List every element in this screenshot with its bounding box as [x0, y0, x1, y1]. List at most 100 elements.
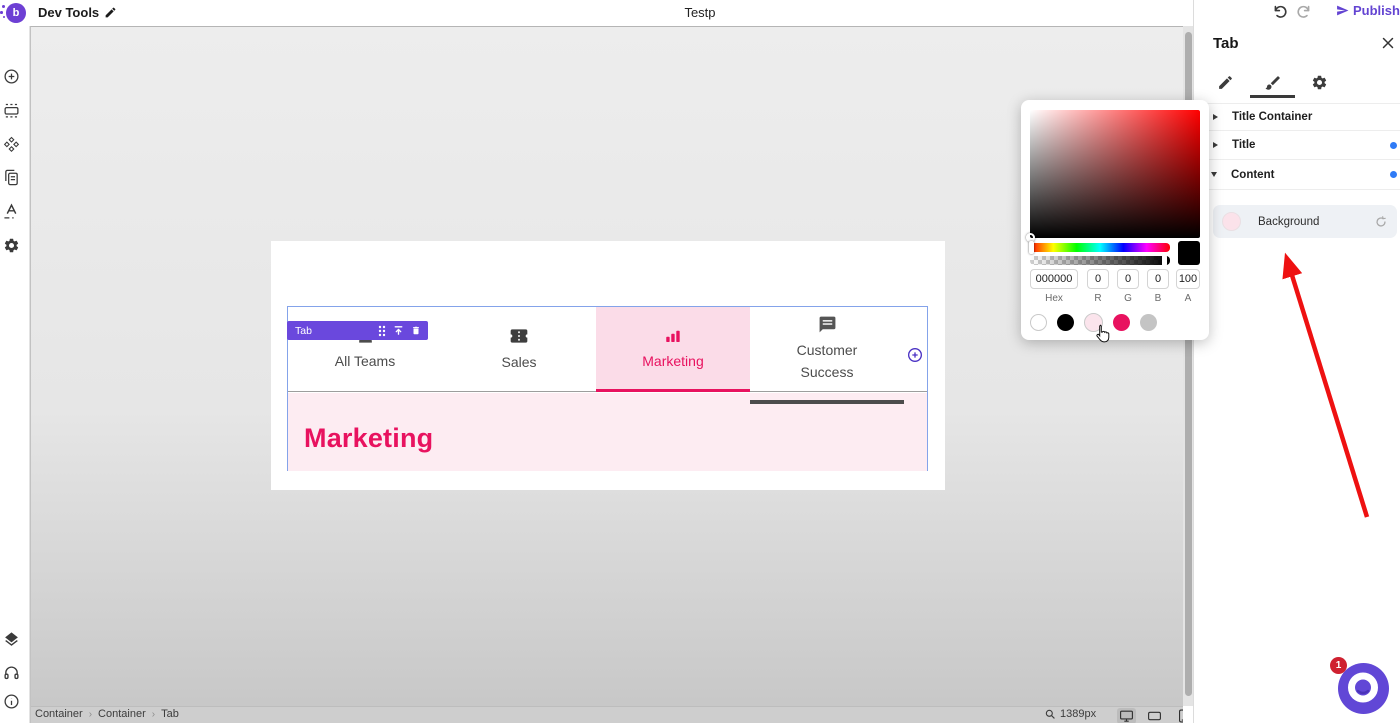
tab-marketing[interactable]: Marketing [596, 307, 750, 392]
alpha-input[interactable] [1176, 269, 1200, 289]
delete-icon[interactable] [411, 325, 421, 336]
design-canvas[interactable]: All Teams Sales Marketing Customer Succe… [30, 26, 1183, 723]
preset-swatch-pink[interactable] [1113, 314, 1130, 331]
magnifier-icon [1045, 709, 1055, 719]
left-toolbar [0, 26, 30, 723]
canvas-status-bar: Container › Container › Tab 1389px [31, 706, 1183, 723]
undo-icon[interactable] [1272, 4, 1288, 20]
tab-indicator-default [750, 400, 904, 404]
tab-customer-success[interactable]: Customer Success [750, 307, 904, 392]
settings-icon[interactable] [3, 237, 20, 254]
reset-icon[interactable] [1375, 215, 1387, 228]
tab-actions-gear-icon[interactable] [1311, 74, 1329, 92]
document-title: Testp [684, 5, 716, 20]
tab-content-panel[interactable]: Marketing [288, 393, 927, 471]
section-title-container[interactable]: Title Container [1194, 104, 1400, 131]
screens-icon[interactable] [3, 102, 20, 119]
tab-settings-pencil-icon[interactable] [1217, 74, 1235, 92]
inspector-panel: Tab Title Container Title Content Backgr… [1193, 0, 1400, 723]
preset-swatch-black[interactable] [1057, 314, 1074, 331]
collapse-icon[interactable] [393, 325, 404, 336]
mobile-preview-icon[interactable] [1173, 708, 1183, 723]
publish-label: Publish [1353, 3, 1400, 18]
blue-input[interactable] [1147, 269, 1169, 289]
selection-badge-label: Tab [295, 324, 312, 337]
selection-badge[interactable]: Tab [287, 321, 428, 340]
bar-chart-icon [666, 330, 680, 342]
canvas-width-label: 1389px [1060, 708, 1097, 720]
add-component-icon[interactable] [3, 68, 20, 85]
tab-styles-brush-icon[interactable] [1264, 74, 1282, 92]
preset-swatch-white[interactable] [1030, 314, 1047, 331]
active-panel-tab-indicator [1250, 95, 1295, 98]
add-tab-icon[interactable] [907, 347, 923, 363]
device-preview-switcher [1117, 707, 1183, 723]
tablet-preview-icon[interactable] [1145, 708, 1164, 723]
tab-label: Marketing [642, 352, 704, 369]
blue-input-label: B [1154, 293, 1162, 304]
section-title[interactable]: Title [1194, 131, 1400, 160]
top-bar: b Dev Tools Testp [0, 0, 1193, 26]
pages-icon[interactable] [3, 169, 20, 186]
color-picker-popup: Hex R G B A [1021, 100, 1209, 343]
zoom-indicator: 1389px [1045, 708, 1096, 720]
modified-dot [1390, 171, 1397, 178]
red-input-label: R [1094, 293, 1102, 304]
chat-icon [819, 316, 835, 333]
mouse-cursor-hand-icon [1093, 323, 1113, 345]
drag-handle-icon[interactable] [378, 325, 386, 337]
alpha-slider[interactable] [1030, 256, 1170, 265]
content-heading: Marketing [304, 423, 434, 453]
tab-label: All Teams [334, 353, 396, 370]
section-label: Title [1232, 139, 1256, 151]
components-icon[interactable] [3, 136, 20, 153]
alpha-handle[interactable] [1162, 256, 1167, 265]
edit-name-pencil-icon[interactable] [104, 6, 117, 19]
saturation-area[interactable] [1026, 110, 1200, 242]
redo-icon[interactable] [1296, 4, 1312, 20]
chevron-down-icon [1211, 172, 1217, 177]
hex-input-label: Hex [1045, 293, 1063, 304]
breadcrumb-item[interactable]: Tab [161, 708, 179, 720]
rocket-icon [1337, 5, 1349, 16]
chevron-right-icon [1213, 114, 1218, 120]
breadcrumb-separator: › [88, 708, 93, 720]
breadcrumb-item[interactable]: Container [35, 708, 83, 720]
alpha-input-label: A [1184, 293, 1192, 304]
help-chat-button[interactable]: 1 [1330, 657, 1389, 714]
active-tab-indicator [596, 389, 750, 392]
breadcrumb-item[interactable]: Container [98, 708, 146, 720]
support-headset-icon[interactable] [3, 665, 20, 682]
ticket-icon [510, 328, 528, 343]
section-label: Title Container [1232, 111, 1313, 123]
red-input[interactable] [1087, 269, 1109, 289]
notification-badge: 1 [1330, 657, 1347, 674]
background-color-swatch[interactable] [1222, 212, 1241, 231]
typography-icon[interactable] [3, 203, 20, 220]
tab-component-selected[interactable]: All Teams Sales Marketing Customer Succe… [287, 306, 928, 471]
publish-button[interactable]: Publish [1336, 3, 1400, 18]
green-input[interactable] [1117, 269, 1139, 289]
hue-handle[interactable] [1029, 241, 1034, 254]
chat-logo-icon [1348, 672, 1378, 703]
info-icon[interactable] [3, 693, 20, 710]
tab-all-teams[interactable]: All Teams [288, 307, 442, 392]
breadcrumb: Container › Container › Tab [35, 708, 179, 720]
preset-swatch-gray[interactable] [1140, 314, 1157, 331]
tab-sales[interactable]: Sales [442, 307, 596, 392]
desktop-preview-icon[interactable] [1117, 707, 1136, 723]
background-color-setting[interactable]: Background [1213, 205, 1397, 238]
section-label: Content [1231, 168, 1275, 181]
hue-slider[interactable] [1029, 241, 1170, 254]
section-content[interactable]: Content [1194, 160, 1400, 190]
layers-icon[interactable] [3, 631, 20, 648]
app-name: Dev Tools [38, 5, 100, 20]
tab-label: Sales [501, 353, 537, 370]
app-logo-icon[interactable]: b [0, 3, 26, 23]
tab-label: Customer Success [796, 342, 858, 380]
background-label: Background [1258, 215, 1320, 228]
close-icon[interactable] [1382, 37, 1394, 49]
hex-input[interactable] [1030, 269, 1078, 289]
alpha-gradient [1030, 256, 1170, 265]
green-input-label: G [1124, 293, 1132, 304]
